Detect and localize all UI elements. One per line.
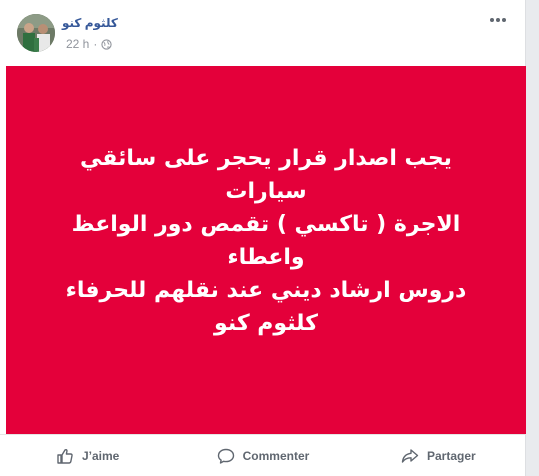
post-background: يجب اصدار قرار يحجر على سائقي سيارات الا…	[6, 66, 526, 434]
more-options-button[interactable]	[487, 11, 509, 29]
post-timestamp[interactable]: 22 h	[66, 37, 89, 51]
thumbs-up-icon	[57, 448, 73, 464]
like-label: J’aime	[81, 448, 120, 463]
like-button[interactable]: J’aime	[0, 435, 175, 476]
comment-icon	[217, 448, 234, 464]
post-text: يجب اصدار قرار يحجر على سائقي سيارات الا…	[65, 146, 467, 336]
post-card: كلثوم كنو 22 h · يجب اصدار قرار يحجر على…	[0, 0, 526, 476]
share-icon	[401, 448, 419, 463]
post-header: كلثوم كنو 22 h ·	[0, 0, 526, 66]
author-avatar[interactable]	[17, 14, 55, 52]
share-button[interactable]: Partager	[351, 435, 526, 476]
more-options-icon	[490, 18, 506, 22]
post-actions-bar: J’aime Commenter Partager	[0, 434, 526, 476]
globe-icon[interactable]	[101, 38, 112, 50]
avatar-photo-icon	[17, 14, 55, 52]
meta-separator: ·	[93, 37, 98, 51]
share-label: Partager	[426, 448, 476, 463]
post-meta: 22 h ·	[66, 37, 112, 51]
comment-button[interactable]: Commenter	[175, 435, 350, 476]
author-name[interactable]: كلثوم كنو	[62, 16, 118, 30]
comment-label: Commenter	[242, 448, 310, 463]
